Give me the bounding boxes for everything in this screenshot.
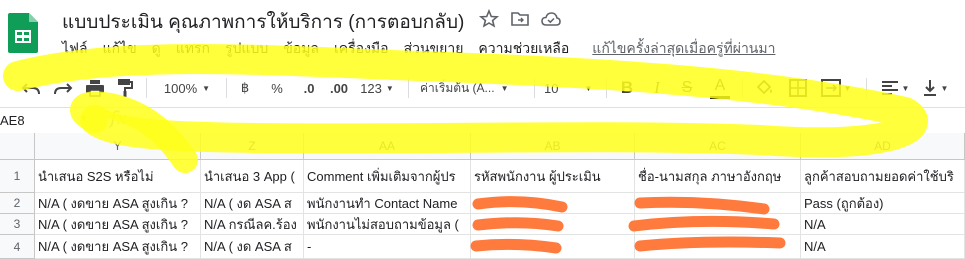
number-format-label: 123 xyxy=(360,80,382,96)
row-header-2[interactable]: 2 xyxy=(0,193,35,214)
strikethrough-icon[interactable]: S xyxy=(676,70,698,106)
menu-help[interactable]: ความช่วยเหลือ xyxy=(478,38,569,60)
row-header-4[interactable]: 4 xyxy=(0,235,35,259)
name-box[interactable]: AE8 ▼ xyxy=(0,113,95,133)
zoom-select[interactable]: 100% ▼ xyxy=(158,70,216,106)
column-header-aa[interactable]: AA xyxy=(304,133,471,160)
decrease-decimal-button[interactable]: .0 xyxy=(298,70,320,106)
chevron-down-icon: ▼ xyxy=(584,83,593,93)
cell-ab4[interactable] xyxy=(471,235,635,259)
borders-icon[interactable] xyxy=(786,70,810,106)
menu-data[interactable]: ข้อมูล xyxy=(283,38,319,60)
cell-aa2[interactable]: พนักงานทำ Contact Name xyxy=(304,193,471,214)
move-to-folder-icon[interactable] xyxy=(509,8,531,30)
cell-y3[interactable]: N/A ( งดขาย ASA สูงเกิน ? xyxy=(35,214,201,235)
undo-icon[interactable] xyxy=(18,70,44,106)
name-box-value: AE8 xyxy=(0,113,25,128)
cell-y2[interactable]: N/A ( งดขาย ASA สูงเกิน ? xyxy=(35,193,201,214)
last-edit-link[interactable]: แก้ไขครั้งล่าสุดเมื่อครู่ที่ผ่านมา xyxy=(592,38,775,60)
menu-view[interactable]: ดู xyxy=(152,38,161,60)
cell-z2[interactable]: N/A ( งด ASA ส xyxy=(201,193,304,214)
zoom-value: 100% xyxy=(163,80,198,96)
row-header-1[interactable]: 1 xyxy=(0,160,35,193)
chevron-down-icon: ▼ xyxy=(843,83,852,93)
merge-cells-icon[interactable]: ▼ xyxy=(818,70,854,106)
fill-color-icon[interactable] xyxy=(752,70,776,106)
select-all-corner[interactable] xyxy=(0,133,35,160)
cell-z1[interactable]: นำเสนอ 3 App ( xyxy=(201,160,304,193)
currency-format-button[interactable]: ฿ xyxy=(236,70,254,106)
horizontal-align-icon[interactable]: ▼ xyxy=(878,70,912,106)
cell-ad2[interactable]: Pass (ถูกต้อง) xyxy=(801,193,965,214)
cell-aa3[interactable]: พนักงานไม่สอบถามข้อมูล ( xyxy=(304,214,471,235)
menu-file[interactable]: ไฟล์ xyxy=(62,38,88,60)
paint-format-icon[interactable] xyxy=(112,70,138,106)
spreadsheet-grid: Y Z AA AB AC AD 1 นำเสนอ S2S หรือไม่ นำเ… xyxy=(0,133,965,259)
print-icon[interactable] xyxy=(82,70,108,106)
sheets-logo-icon[interactable] xyxy=(8,13,38,53)
cell-ab1[interactable]: รหัสพนักงาน ผู้ประเมิน xyxy=(471,160,635,193)
menu-edit[interactable]: แก้ไข xyxy=(103,38,137,60)
formula-input[interactable] xyxy=(145,110,960,130)
redo-icon[interactable] xyxy=(50,70,76,106)
chevron-down-icon: ▼ xyxy=(80,114,88,123)
font-size-label: 10 xyxy=(544,80,559,96)
chevron-down-icon: ▼ xyxy=(202,83,211,93)
increase-decimal-button[interactable]: .00 xyxy=(326,70,352,106)
document-title[interactable]: แบบประเมิน คุณภาพการให้บริการ (การตอบกลั… xyxy=(62,7,464,37)
font-family-select[interactable]: ค่าเริ่มต้น (A... ▼ xyxy=(420,70,530,106)
toolbar: 100% ▼ ฿ % .0 .00 123 ▼ ค่าเริ่มต้น (A..… xyxy=(0,70,965,106)
cell-ab3[interactable] xyxy=(471,214,635,235)
number-format-select[interactable]: 123 ▼ xyxy=(356,70,398,106)
cell-ac2[interactable] xyxy=(635,193,801,214)
chevron-down-icon: ▼ xyxy=(940,83,949,93)
cell-ab2[interactable] xyxy=(471,193,635,214)
percent-format-button[interactable]: % xyxy=(268,70,286,106)
column-header-ad[interactable]: AD xyxy=(801,133,965,160)
font-size-select[interactable]: 10 ▼ xyxy=(544,70,598,106)
menu-extensions[interactable]: ส่วนขยาย xyxy=(404,38,464,60)
column-header-ac[interactable]: AC xyxy=(635,133,801,160)
chevron-down-icon: ▼ xyxy=(385,83,394,93)
cell-ad4[interactable]: N/A xyxy=(801,235,965,259)
bold-icon[interactable]: B xyxy=(616,70,638,106)
column-header-z[interactable]: Z xyxy=(201,133,304,160)
cell-aa4[interactable]: - xyxy=(304,235,471,259)
column-header-ab[interactable]: AB xyxy=(471,133,635,160)
cell-ac1[interactable]: ชื่อ-นามสกุล ภาษาอังกฤษ xyxy=(635,160,801,193)
menu-insert[interactable]: แทรก xyxy=(176,38,210,60)
menu-tools[interactable]: เครื่องมือ xyxy=(334,38,389,60)
cell-ac4[interactable] xyxy=(635,235,801,259)
menu-bar: ไฟล์ แก้ไข ดู แทรก รูปแบบ ข้อมูล เครื่อง… xyxy=(62,38,790,60)
cloud-saved-icon[interactable] xyxy=(540,8,562,30)
chevron-down-icon: ▼ xyxy=(500,83,509,93)
cell-y4[interactable]: N/A ( งดขาย ASA สูงเกิน ? xyxy=(35,235,201,259)
font-family-label: ค่าเริ่มต้น (A... xyxy=(420,80,495,95)
cell-ad3[interactable]: N/A xyxy=(801,214,965,235)
fx-icon: fx xyxy=(110,108,127,129)
text-color-icon[interactable]: A xyxy=(708,70,732,106)
cell-y1[interactable]: นำเสนอ S2S หรือไม่ xyxy=(35,160,201,193)
row-header-3[interactable]: 3 xyxy=(0,214,35,235)
cell-ac3[interactable] xyxy=(635,214,801,235)
star-icon[interactable] xyxy=(478,8,500,30)
cell-aa1[interactable]: Comment เพิ่มเติมจากผู้ปร xyxy=(304,160,471,193)
menu-format[interactable]: รูปแบบ xyxy=(225,38,268,60)
cell-z3[interactable]: N/A กรณีลค.ร้อง xyxy=(201,214,304,235)
cell-ad1[interactable]: ลูกค้าสอบถามยอดค่าใช้บริ xyxy=(801,160,965,193)
cell-z4[interactable]: N/A ( งด ASA ส xyxy=(201,235,304,259)
vertical-align-icon[interactable]: ▼ xyxy=(918,70,952,106)
italic-icon[interactable]: I xyxy=(646,70,668,106)
column-header-y[interactable]: Y xyxy=(35,133,201,160)
chevron-down-icon: ▼ xyxy=(901,83,910,93)
